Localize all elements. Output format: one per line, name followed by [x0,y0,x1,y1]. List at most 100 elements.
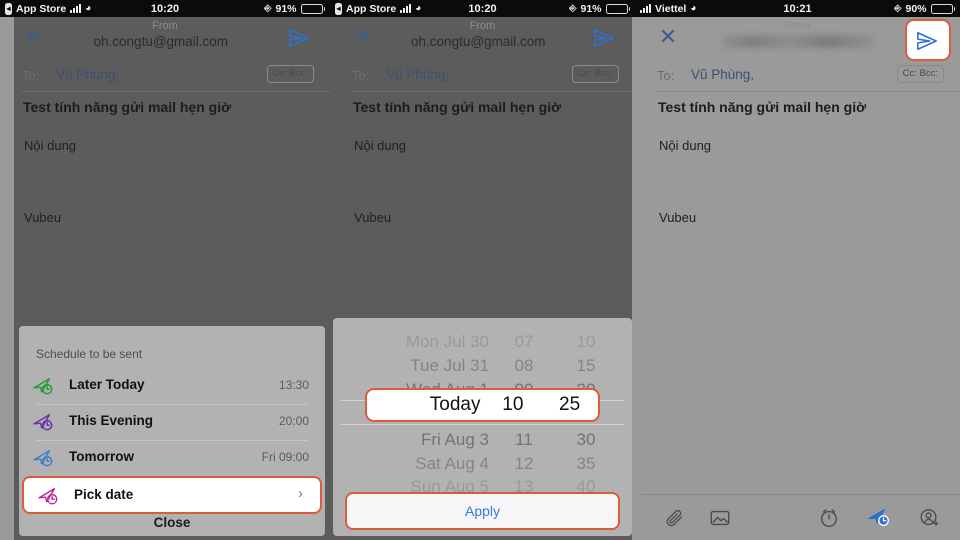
rotation-lock-icon: ⎆ [894,3,902,13]
picker-date-cell: Tue Jul 31 [333,356,493,376]
attachment-icon[interactable] [657,505,691,531]
picker-hour-cell: 08 [514,356,534,375]
image-icon[interactable] [703,505,737,531]
status-bar-1: ◂ App Store ◕ 10:20 ⎆ 91% [0,0,330,17]
body-text-3[interactable]: Nội dung [659,138,711,153]
signature-text-2[interactable]: Vubeu [354,210,391,225]
panel-date-picker: ◂ App Store ◕ 10:20 ⎆ 91% ✕ From oh.cong… [330,0,635,540]
divider [341,424,624,425]
from-label-2: From [469,20,496,32]
divider [352,91,635,92]
schedule-sheet-title: Schedule to be sent [36,347,143,361]
to-label-2: To: [352,68,370,83]
rotation-lock-icon: ⎆ [264,3,272,13]
picker-minute-cell-selected: 25 [559,394,581,415]
cc-bcc-button[interactable]: Cc: Bcc: [571,65,619,83]
compose-header-3: ✕ From [635,17,960,61]
battery-percent-label: 90% [905,2,927,15]
send-clock-purple-icon [33,412,55,432]
triptych-screenshot: ◂ App Store ◕ 10:20 ⎆ 91% ✕ From oh.cong… [0,0,960,540]
send-clock-green-icon [33,376,55,396]
divider [657,91,960,92]
from-address-text: oh.congtu@gmail.com [93,34,229,49]
picker-row[interactable]: Fri Aug 3 11 30 [333,428,632,452]
schedule-option-label: Later Today [69,377,145,392]
signature-text-3[interactable]: Vubeu [659,210,696,225]
recipient-row-2[interactable]: To: Vũ Phùng, Cc: Bcc: [330,61,635,92]
status-right-2: ⎆ 91% [569,3,630,15]
schedule-option-time: 13:30 [278,378,309,392]
body-text-1[interactable]: Nội dung [24,138,76,153]
cc-bcc-button[interactable]: Cc: Bcc: [896,65,944,83]
send-icon[interactable] [288,27,310,49]
schedule-option-list: Later Today 13:30 This Evening 20:00 Tom… [19,368,325,514]
to-value-3: Vũ Phùng, [691,67,755,82]
date-time-picker[interactable]: Mon Jul 30 07 10 Tue Jul 31 08 15 Wed Au… [333,318,632,536]
send-button-highlighted[interactable] [905,19,951,61]
schedule-option-this-evening[interactable]: This Evening 20:00 [19,404,325,440]
schedule-option-time: Fri 09:00 [261,450,309,464]
picker-hour-cell: 12 [514,454,534,473]
subject-text-1[interactable]: Test tính năng gửi mail hẹn giờ [23,99,231,115]
status-bar-3: Viettel ◕ 10:21 ⎆ 90% [635,0,960,17]
picker-minute-cell: 35 [576,454,596,473]
picker-row[interactable]: Sat Aug 4 12 35 [333,452,632,476]
battery-icon [300,3,325,14]
to-label-1: To: [22,68,40,83]
divider [29,502,315,503]
schedule-option-label: This Evening [69,413,154,428]
schedule-option-tomorrow[interactable]: Tomorrow Fri 09:00 [19,440,325,476]
from-address-2[interactable]: oh.congtu@gmail.com⌄ [330,34,635,49]
picker-minute-cell: 15 [576,356,596,375]
cc-bcc-button[interactable]: Cc: Bcc: [266,65,314,83]
send-clock-magenta-icon [38,486,60,506]
from-address-1[interactable]: oh.congtu@gmail.com⌄ [0,34,330,49]
divider [22,91,330,92]
picker-selected-row[interactable]: Today 10 25 [365,388,600,422]
to-label-3: To: [657,68,675,83]
divider [36,440,308,441]
picker-row[interactable]: Tue Jul 31 08 15 [333,354,632,378]
picker-minute-cell: 10 [576,332,596,351]
schedule-option-later-today[interactable]: Later Today 13:30 [19,368,325,404]
picker-date-cell: Fri Aug 3 [333,430,493,450]
recipient-row-3[interactable]: To: Vũ Phùng, Cc: Bcc: [635,61,960,92]
body-text-2[interactable]: Nội dung [354,138,406,153]
send-clock-blue-icon [33,448,55,468]
compose-header-2: ✕ From oh.congtu@gmail.com⌄ [330,17,635,61]
recipient-row-1[interactable]: To: Vũ Phùng, Cc: Bcc: [0,61,330,92]
subject-text-2[interactable]: Test tính năng gửi mail hẹn giờ [353,99,561,115]
send-icon[interactable] [593,27,615,49]
send-later-icon[interactable] [862,505,896,531]
status-right-3: ⎆ 90% [894,3,955,15]
battery-icon [930,3,955,14]
from-address-redacted [721,35,874,48]
panel-schedule-options: ◂ App Store ◕ 10:20 ⎆ 91% ✕ From oh.cong… [0,0,330,540]
status-bar-2: ◂ App Store ◕ 10:20 ⎆ 91% [330,0,635,17]
from-address-text: oh.congtu@gmail.com [411,34,546,49]
add-contact-icon[interactable] [912,505,946,531]
battery-percent-label: 91% [580,2,602,15]
picker-date-cell-selected: Today [429,394,481,415]
battery-percent-label: 91% [275,2,297,15]
picker-row[interactable]: Mon Jul 30 07 10 [333,330,632,354]
to-value-1: Vũ Phùng, [56,67,120,82]
picker-date-text: Fri Aug 3 [420,430,489,449]
schedule-sheet: Schedule to be sent Later Today 13:30 Th… [19,326,325,536]
picker-date-text: Sat Aug 4 [415,454,489,473]
compose-header-1: ✕ From oh.congtu@gmail.com⌄ [0,17,330,61]
from-label-1: From [152,20,178,32]
picker-hour-cell: 07 [514,332,534,351]
picker-date-text: Tue Jul 31 [410,356,489,375]
chevron-down-icon: ⌄ [228,38,237,49]
signature-text-1[interactable]: Vubeu [24,210,61,225]
apply-button[interactable]: Apply [345,492,620,530]
subject-text-3[interactable]: Test tính năng gửi mail hẹn giờ [658,99,866,115]
alarm-clock-icon[interactable] [812,505,846,531]
panel-compose-sent: Viettel ◕ 10:21 ⎆ 90% ✕ From To: Vũ Phùn… [635,0,960,540]
picker-wheels[interactable]: Mon Jul 30 07 10 Tue Jul 31 08 15 Wed Au… [333,326,632,496]
schedule-option-pick-date[interactable]: Pick date › [22,476,322,514]
close-sheet-button[interactable]: Close [19,515,325,530]
chevron-down-icon: ⌄ [545,38,554,49]
schedule-option-time: 20:00 [278,414,309,428]
